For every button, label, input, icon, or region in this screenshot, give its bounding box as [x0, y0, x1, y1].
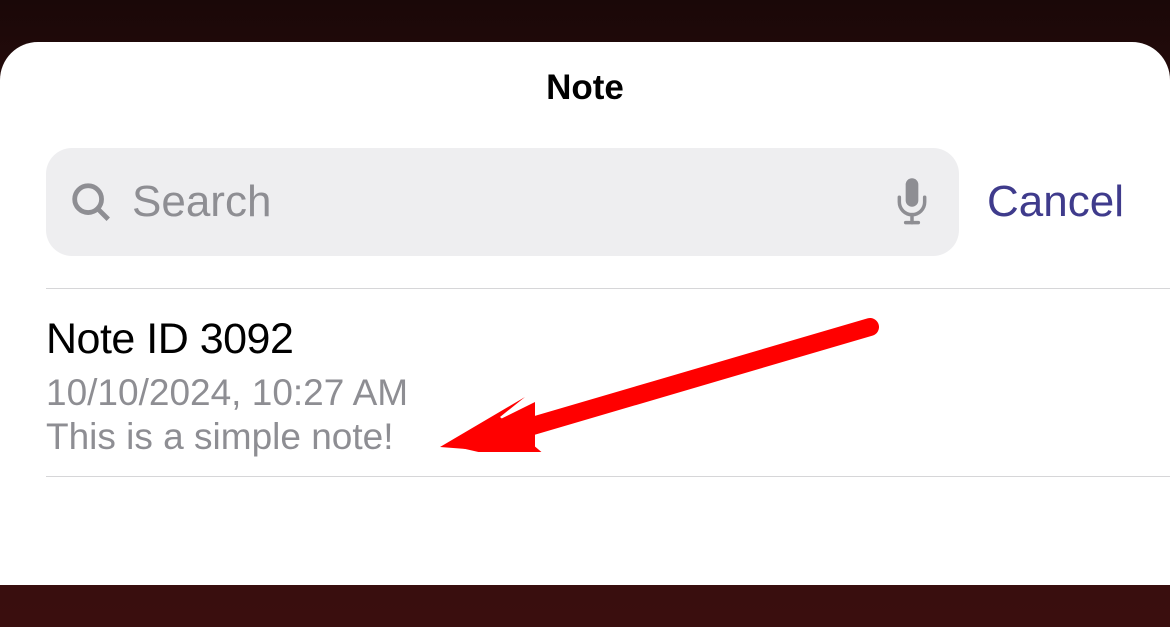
- modal-header: Note: [0, 42, 1170, 148]
- note-title: Note ID 3092: [46, 315, 1124, 364]
- microphone-icon[interactable]: [893, 178, 931, 226]
- search-row: Cancel: [0, 148, 1170, 256]
- search-icon: [68, 179, 114, 225]
- divider: [46, 476, 1170, 477]
- note-timestamp: 10/10/2024, 10:27 AM: [46, 372, 1124, 414]
- list-item[interactable]: Note ID 3092 10/10/2024, 10:27 AM This i…: [0, 289, 1170, 476]
- modal-sheet: Note Cancel Note ID 3092 10/10/2024, 10:…: [0, 42, 1170, 585]
- cancel-button[interactable]: Cancel: [987, 177, 1124, 227]
- search-input[interactable]: [114, 177, 893, 227]
- page-title: Note: [0, 68, 1170, 108]
- note-preview: This is a simple note!: [46, 416, 1124, 458]
- search-field[interactable]: [46, 148, 959, 256]
